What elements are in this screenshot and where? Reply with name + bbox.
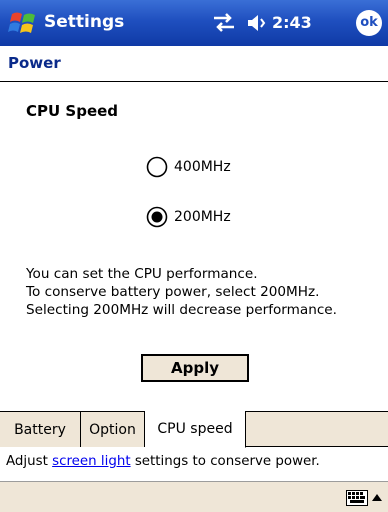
description-line: Selecting 200MHz will decrease performan… xyxy=(26,302,337,318)
clock[interactable]: 2:43 xyxy=(272,13,312,32)
menu-bar xyxy=(0,481,388,512)
footer-note: Adjust screen light settings to conserve… xyxy=(6,454,320,469)
app-title: Settings xyxy=(44,12,125,32)
screen-light-link[interactable]: screen light xyxy=(52,454,130,469)
windows-start-icon[interactable] xyxy=(8,8,38,38)
cpu-option-400mhz[interactable]: 400MHz xyxy=(146,156,231,178)
cpu-option-label: 200MHz xyxy=(174,209,231,225)
volume-icon[interactable] xyxy=(246,12,268,34)
connectivity-icon[interactable] xyxy=(212,12,236,34)
radio-unchecked-icon[interactable] xyxy=(146,156,168,178)
radio-checked-icon[interactable] xyxy=(146,206,168,228)
cpu-option-label: 400MHz xyxy=(174,159,231,175)
up-arrow-icon[interactable] xyxy=(371,492,383,504)
description-line: You can set the CPU performance. xyxy=(26,266,258,282)
ok-button[interactable]: ok xyxy=(356,10,382,36)
keyboard-icon[interactable] xyxy=(346,490,368,506)
footer-prefix: Adjust xyxy=(6,454,53,469)
tab-cpu-speed[interactable]: CPU speed xyxy=(145,411,246,448)
section-title: CPU Speed xyxy=(26,102,119,120)
footer-suffix: settings to conserve power. xyxy=(130,454,320,469)
tab-bar-filler xyxy=(246,411,388,447)
description-text: You can set the CPU performance. To cons… xyxy=(26,265,337,319)
description-line: To conserve battery power, select 200MHz… xyxy=(26,284,320,300)
page-title: Power xyxy=(0,54,388,82)
apply-button[interactable]: Apply xyxy=(141,354,249,382)
title-bar: Settings 2:43 ok xyxy=(0,0,388,46)
tab-option[interactable]: Option xyxy=(81,411,145,447)
cpu-option-200mhz[interactable]: 200MHz xyxy=(146,206,231,228)
tab-battery[interactable]: Battery xyxy=(0,411,81,447)
tab-bar: Battery Option CPU speed xyxy=(0,411,388,448)
